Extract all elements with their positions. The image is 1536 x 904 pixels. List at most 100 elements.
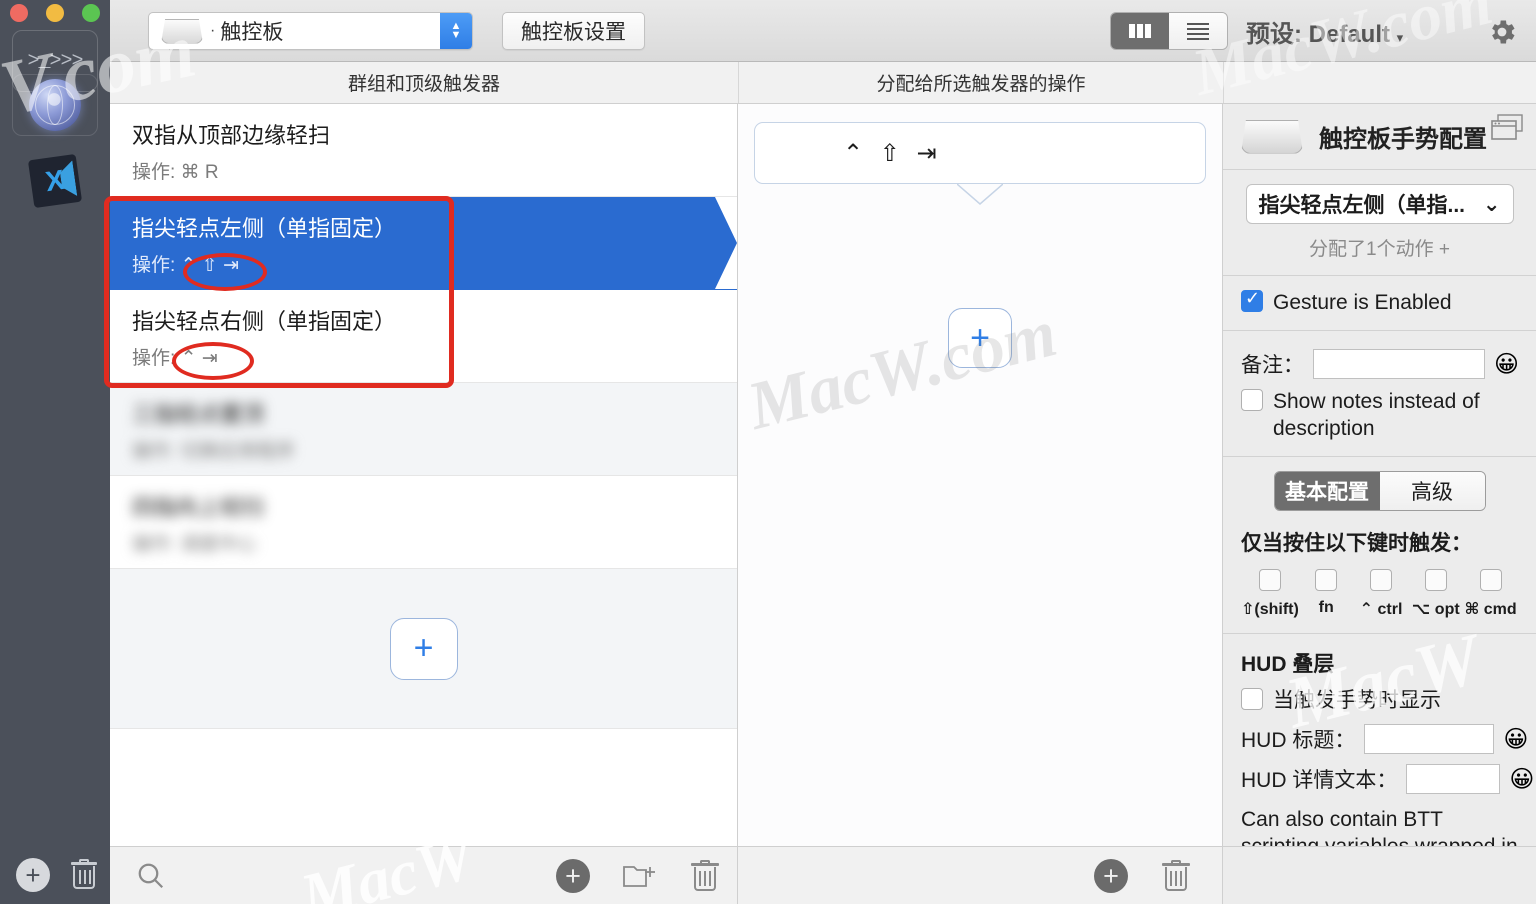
modifier-shift[interactable]: ⇧(shift) xyxy=(1241,568,1299,619)
delete-trigger-button[interactable] xyxy=(691,859,719,892)
dock-item-globe[interactable] xyxy=(12,74,98,136)
trigger-add-row[interactable]: + xyxy=(110,569,737,729)
new-folder-icon[interactable] xyxy=(623,862,657,890)
zoom-button[interactable] xyxy=(82,4,100,22)
add-trigger-button[interactable]: + xyxy=(389,617,458,680)
hud-title-input[interactable] xyxy=(1364,724,1495,754)
delete-action-button[interactable] xyxy=(1162,859,1190,892)
action-shortcut-glyphs: ⌃ ⇧ ⇥ xyxy=(843,139,942,167)
gear-icon[interactable] xyxy=(1486,16,1518,48)
modifier-fn-checkbox[interactable] xyxy=(1315,568,1338,591)
note-field-row: 备注： 😀 xyxy=(1241,349,1519,380)
gesture-dropdown[interactable]: 指尖轻点左侧（单指... ⌄ xyxy=(1245,184,1514,224)
plus-icon: + xyxy=(1094,858,1128,893)
hud-show-row[interactable]: 当触发手势时显示 xyxy=(1241,687,1518,714)
trigger-row-1[interactable]: 指尖轻点左侧（单指固定） 操作: ⌃ ⇧ ⇥ xyxy=(110,197,737,290)
terminal-icon: >_>>> xyxy=(27,49,83,73)
trigger-subtitle: 操作: ⌃ ⇧ ⇥ xyxy=(132,255,239,276)
modifier-cmd-label: ⌘ cmd xyxy=(1464,600,1517,618)
hud-detail-label: HUD 详情文本： xyxy=(1241,769,1398,792)
device-stepper[interactable]: ▲ ▼ xyxy=(440,13,472,49)
assigned-action-card[interactable]: ⌃ ⇧ ⇥ xyxy=(754,122,1206,184)
trigger-row-4[interactable]: 四指向上轻扫 操作: 调度中心 xyxy=(110,476,737,569)
modifier-ctrl-label: ⌃ ctrl xyxy=(1359,600,1403,618)
plus-icon: + xyxy=(556,858,590,893)
dock-add-button[interactable]: + xyxy=(16,858,50,892)
hud-show-checkbox[interactable] xyxy=(1241,687,1263,710)
tab-list-view[interactable] xyxy=(1169,13,1227,49)
modifier-fn[interactable]: fn xyxy=(1299,568,1354,619)
hud-title-row: HUD 标题： 😀 xyxy=(1241,724,1528,754)
modifier-checkbox-group: ⇧(shift) fn ⌃ ctrl ⌥ opt ⌘ cmd xyxy=(1241,568,1518,619)
minimize-button[interactable] xyxy=(46,4,64,22)
app-footer: + + xyxy=(110,846,1536,904)
trigger-title: 指尖轻点右侧（单指固定） xyxy=(132,309,397,334)
trigger-row-0[interactable]: 双指从顶部边缘轻扫 操作: ⌘ R xyxy=(110,104,737,197)
modifier-shift-checkbox[interactable] xyxy=(1258,568,1281,591)
chevron-down-icon: ⌄ xyxy=(1482,192,1501,216)
device-dot: · xyxy=(210,22,216,39)
trigger-row-3-blurred-content: 三指轻点置顶 操作: 切换应用程序 xyxy=(132,397,737,463)
modifier-cmd[interactable]: ⌘ cmd xyxy=(1463,568,1518,619)
hud-section-title: HUD 叠层 xyxy=(1241,652,1335,676)
emoji-picker-icon[interactable]: 😀 xyxy=(1509,765,1534,794)
config-tabs[interactable]: 基本配置 高级 xyxy=(1273,470,1486,511)
app-toolbar: · 触控板 ▲ ▼ 触控板设置 预设: Default ▾ xyxy=(110,0,1536,62)
hud-detail-row: HUD 详情文本： 😀 xyxy=(1241,764,1534,794)
emoji-picker-icon[interactable]: 😀 xyxy=(1503,725,1528,754)
gesture-enabled-section: Gesture is Enabled xyxy=(1223,276,1536,332)
tab-advanced[interactable]: 高级 xyxy=(1379,471,1485,510)
trigger-list: 双指从顶部边缘轻扫 操作: ⌘ R 指尖轻点左侧（单指固定） 操作: ⌃ ⇧ ⇥… xyxy=(110,104,738,904)
config-panel: 触控板手势配置 指尖轻点左侧（单指... ⌄ 分配了1个动作 + ✓ Gestu… xyxy=(1223,104,1536,904)
trigger-subtitle: 操作: ⌃ ⇥ xyxy=(132,348,218,369)
columns-view-icon xyxy=(1129,24,1151,38)
gesture-enabled-checkbox[interactable] xyxy=(1241,288,1263,312)
add-action-button[interactable]: + xyxy=(948,308,1012,368)
vscode-icon: X xyxy=(27,153,83,209)
trigger-subtitle: 操作: 切换应用程序 xyxy=(132,441,295,462)
footer-actions-toolbar: + xyxy=(738,847,1223,904)
add-trigger-footer-button[interactable]: + xyxy=(556,858,590,893)
modifier-shift-label: ⇧(shift) xyxy=(1241,600,1299,618)
trigger-row-3[interactable]: 三指轻点置顶 操作: 切换应用程序 xyxy=(110,383,737,476)
globe-icon xyxy=(29,79,81,131)
modifier-ctrl[interactable]: ⌃ ctrl xyxy=(1354,568,1409,619)
note-input[interactable] xyxy=(1313,349,1485,380)
tab-columns-view[interactable] xyxy=(1111,13,1169,49)
windows-icon[interactable] xyxy=(1490,114,1524,142)
modifier-cmd-checkbox[interactable] xyxy=(1479,568,1502,591)
trigger-title: 双指从顶部边缘轻扫 xyxy=(132,123,331,148)
show-notes-checkbox[interactable] xyxy=(1241,389,1263,412)
triggers-column-header: 群组和顶级触发器 xyxy=(347,74,500,95)
btt-app-window: · 触控板 ▲ ▼ 触控板设置 预设: Default ▾ 群组和顶级触发器 分… xyxy=(110,0,1536,904)
modifier-opt-checkbox[interactable] xyxy=(1424,568,1447,591)
dock-bottom-bar: + xyxy=(0,846,110,904)
footer-config-spacer xyxy=(1223,847,1536,904)
close-button[interactable] xyxy=(10,4,28,22)
trigger-row-2[interactable]: 指尖轻点右侧（单指固定） 操作: ⌃ ⇥ xyxy=(110,290,737,383)
show-notes-label: Show notes instead of description xyxy=(1273,390,1480,440)
hud-detail-input[interactable] xyxy=(1406,764,1501,794)
dock-trash-icon[interactable] xyxy=(70,859,98,890)
modifier-ctrl-checkbox[interactable] xyxy=(1370,568,1393,591)
search-icon[interactable] xyxy=(136,861,166,891)
dock-item-vscode[interactable]: X xyxy=(12,150,98,212)
desktop-dock: >_>>> X + xyxy=(0,0,110,904)
chevron-down-icon: ▼ xyxy=(450,29,462,41)
gesture-enabled-row[interactable]: Gesture is Enabled xyxy=(1241,288,1518,316)
list-view-icon xyxy=(1187,22,1209,40)
modifier-opt[interactable]: ⌥ opt xyxy=(1408,568,1463,619)
preset-selector[interactable]: 预设: Default ▾ xyxy=(1246,14,1403,49)
trigger-title: 四指向上轻扫 xyxy=(132,495,265,520)
hud-title-label: HUD 标题： xyxy=(1241,729,1356,752)
basic-advanced-section: 基本配置 高级 仅当按住以下键时触发： ⇧(shift) fn ⌃ ctrl ⌥… xyxy=(1223,457,1536,634)
view-mode-segmented-control[interactable] xyxy=(1110,12,1228,50)
window-traffic-lights xyxy=(10,4,100,22)
emoji-picker-icon[interactable]: 😀 xyxy=(1494,350,1519,379)
actions-column: ⌃ ⇧ ⇥ + xyxy=(738,104,1223,904)
trackpad-settings-button[interactable]: 触控板设置 xyxy=(502,12,645,50)
add-action-footer-button[interactable]: + xyxy=(1094,858,1128,893)
device-selector[interactable]: · 触控板 ▲ ▼ xyxy=(148,12,473,50)
show-notes-row[interactable]: Show notes instead of description xyxy=(1241,389,1518,442)
tab-basic[interactable]: 基本配置 xyxy=(1274,471,1380,510)
